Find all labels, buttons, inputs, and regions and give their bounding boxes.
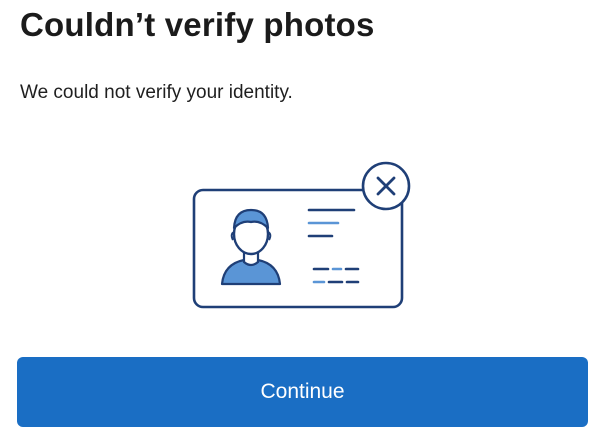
verification-message: We could not verify your identity. bbox=[20, 82, 293, 103]
id-card-illustration bbox=[192, 161, 411, 309]
continue-button[interactable]: Continue bbox=[17, 357, 588, 427]
close-icon bbox=[361, 161, 411, 211]
id-card-icon bbox=[192, 188, 404, 309]
card-text-lines bbox=[307, 208, 360, 284]
verification-screen: Couldn’t verify photos We could not veri… bbox=[0, 0, 606, 446]
person-icon bbox=[220, 208, 282, 286]
page-title: Couldn’t verify photos bbox=[20, 6, 375, 43]
